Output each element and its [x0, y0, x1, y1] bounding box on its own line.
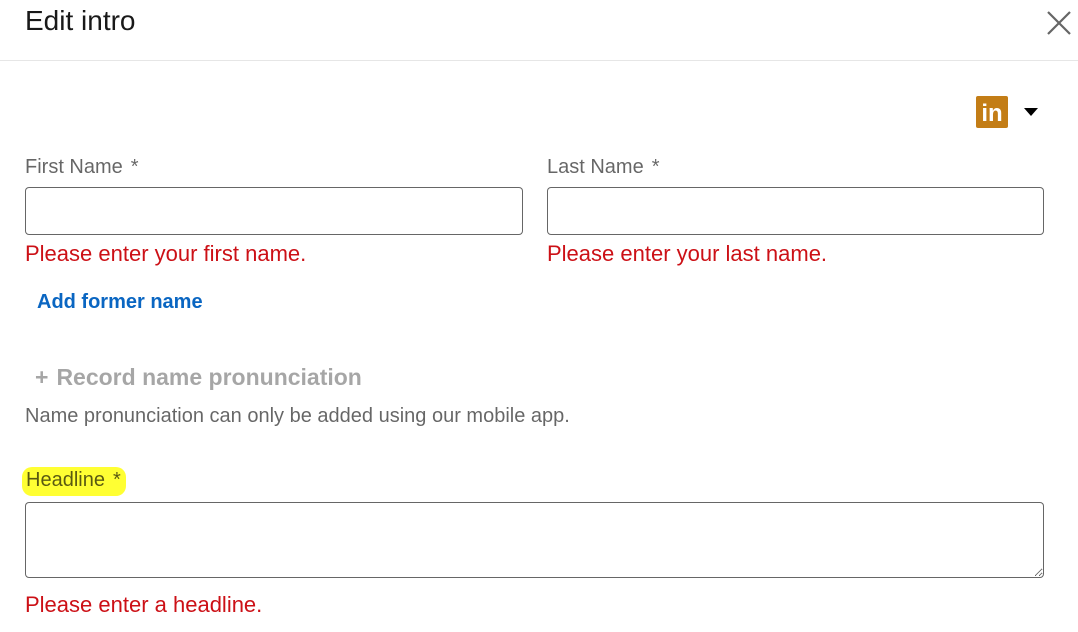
- linkedin-logo-icon: in: [976, 96, 1008, 128]
- required-marker: *: [130, 156, 139, 178]
- headline-label-text: Headline: [26, 469, 105, 491]
- last-name-label-text: Last Name: [547, 156, 644, 178]
- last-name-error: Please enter your last name.: [547, 241, 828, 266]
- first-name-label: First Name *: [25, 156, 139, 179]
- first-name-error: Please enter your first name.: [25, 241, 307, 266]
- required-marker: *: [651, 156, 660, 178]
- pronunciation-note: Name pronunciation can only be added usi…: [25, 405, 570, 427]
- headline-error: Please enter a headline.: [25, 592, 263, 617]
- linkedin-logo-text: in: [981, 100, 1002, 127]
- record-pronunciation-button[interactable]: + Record name pronunciation: [35, 364, 362, 391]
- close-x-icon: [1047, 11, 1071, 35]
- first-name-input[interactable]: [25, 187, 523, 235]
- last-name-input[interactable]: [547, 187, 1044, 235]
- add-former-name-link[interactable]: Add former name: [37, 291, 203, 314]
- required-marker: *: [112, 469, 121, 491]
- visibility-dropdown[interactable]: in: [976, 96, 1046, 128]
- last-name-label: Last Name *: [547, 156, 660, 179]
- close-button[interactable]: [1044, 8, 1074, 38]
- headline-textarea[interactable]: [25, 502, 1044, 578]
- record-pronunciation-label: Record name pronunciation: [56, 364, 362, 390]
- caret-down-icon: [1024, 108, 1038, 116]
- plus-icon: +: [35, 364, 49, 390]
- modal-title: Edit intro: [25, 5, 136, 36]
- first-name-label-text: First Name: [25, 156, 123, 178]
- modal-header: Edit intro: [0, 0, 1078, 61]
- headline-label: Headline *: [22, 467, 126, 496]
